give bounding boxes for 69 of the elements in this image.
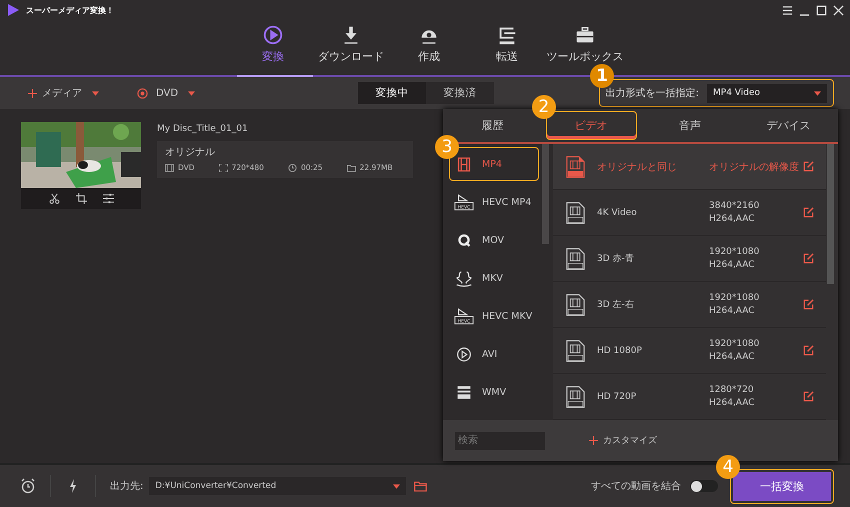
- edit-icon[interactable]: [803, 253, 814, 264]
- folder-icon[interactable]: [414, 480, 428, 492]
- app-title: スーパーメディア変換！: [26, 4, 114, 16]
- output-path-dropdown[interactable]: D:¥UniConverter¥Converted: [149, 477, 406, 495]
- output-format-dropdown[interactable]: MP4 Video: [707, 84, 827, 102]
- customize-button[interactable]: カスタマイズ: [583, 433, 663, 448]
- crop-icon[interactable]: [76, 193, 86, 204]
- video-file-icon: [566, 384, 585, 409]
- dvd-button[interactable]: DVD: [156, 88, 178, 98]
- resolution-icon: [218, 164, 228, 172]
- nav-tab[interactable]: 変換: [234, 20, 312, 66]
- format-tab[interactable]: 音声: [644, 111, 736, 140]
- plus-icon: [589, 436, 598, 446]
- preset-row[interactable]: 3D 左-右 1920*1080 H264,AAC: [553, 282, 826, 328]
- segment-tab[interactable]: 変換中: [358, 82, 426, 104]
- preset-row[interactable]: 3D 赤-青 1920*1080 H264,AAC: [553, 236, 826, 282]
- edit-icon[interactable]: [803, 207, 814, 218]
- plus-icon: [28, 88, 37, 98]
- close-icon[interactable]: [833, 4, 844, 16]
- output-label: 出力先:: [110, 480, 144, 493]
- edit-icon[interactable]: [803, 299, 814, 310]
- disc-icon: [137, 88, 148, 98]
- folder-icon: [346, 164, 356, 172]
- output-format-label: 出力形式を一括指定:: [606, 86, 699, 100]
- convert-all-button[interactable]: 一括変換: [733, 472, 831, 500]
- caret-icon[interactable]: [814, 90, 821, 96]
- edit-icon[interactable]: [803, 161, 814, 172]
- video-file-icon: [566, 200, 585, 225]
- scrollbar-thumb[interactable]: [827, 144, 834, 284]
- scrollbar-thumb[interactable]: [542, 144, 549, 244]
- format-item[interactable]: AVI: [449, 337, 539, 372]
- convert-icon: [262, 24, 284, 46]
- edit-icon[interactable]: [803, 391, 814, 402]
- caret-icon[interactable]: [393, 484, 400, 488]
- caret-icon[interactable]: [92, 90, 99, 96]
- menu-icon[interactable]: [782, 4, 793, 16]
- alarm-clock-icon[interactable]: [20, 478, 36, 494]
- braces-icon: [454, 270, 474, 287]
- video-file-icon: [566, 292, 585, 317]
- format-tab[interactable]: ビデオ: [546, 111, 636, 140]
- maximize-icon[interactable]: [816, 4, 827, 16]
- video-file-icon: [566, 338, 585, 363]
- nav-tab[interactable]: 転送: [468, 20, 546, 66]
- nav-tab[interactable]: 作成: [390, 20, 468, 66]
- format-tab[interactable]: デバイス: [743, 111, 834, 140]
- video-file-icon: [566, 154, 585, 179]
- preset-row[interactable]: HD 1080P 1920*1080 H264,AAC: [553, 328, 826, 374]
- adjust-icon[interactable]: [102, 193, 114, 204]
- format-item[interactable]: WMV: [449, 375, 539, 410]
- search-field[interactable]: 検索: [455, 432, 545, 450]
- merge-label: すべての動画を結合: [591, 480, 681, 493]
- add-media-button[interactable]: メディア: [28, 86, 82, 100]
- preset-row[interactable]: 4K Video 3840*2160 H264,AAC: [553, 190, 826, 236]
- nav-tab[interactable]: ツールボックス: [546, 20, 624, 66]
- nav-tab[interactable]: ダウンロード: [312, 20, 390, 66]
- step-badge: 1: [590, 64, 614, 88]
- film-icon: [165, 164, 174, 172]
- video-file-icon: [566, 246, 585, 271]
- edit-icon[interactable]: [803, 345, 814, 356]
- logo-icon: [6, 3, 20, 17]
- format-item[interactable]: MKV: [449, 261, 539, 296]
- scissors-icon[interactable]: [48, 193, 60, 204]
- merge-toggle[interactable]: [690, 480, 718, 492]
- clock-icon: [288, 164, 297, 172]
- source-label: オリジナル: [165, 146, 216, 159]
- file-title: My Disc_Title_01_01: [157, 124, 249, 134]
- caret-icon[interactable]: [188, 90, 196, 96]
- play-icon: [454, 346, 474, 363]
- format-item[interactable]: MOV: [449, 223, 539, 258]
